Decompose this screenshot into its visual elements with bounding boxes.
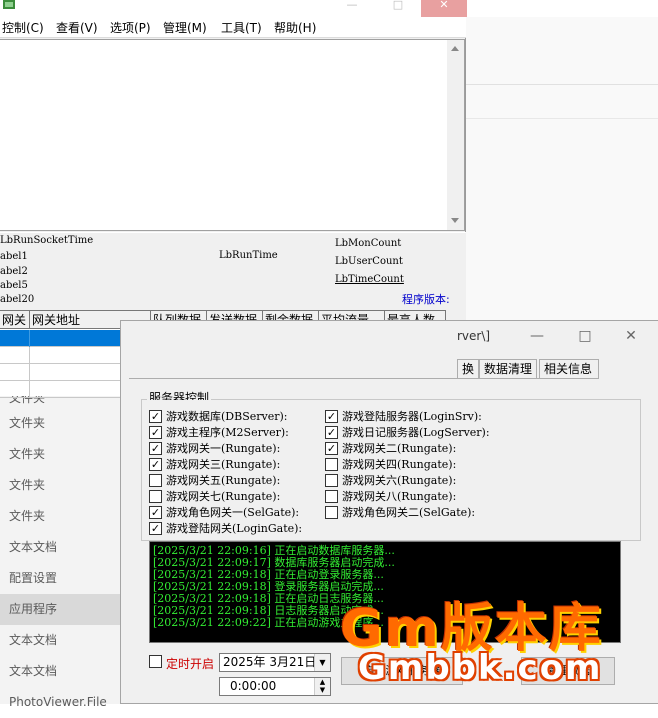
log-line: [2025/3/21 22:09:17] 数据库服务器启动完成... (153, 556, 395, 569)
lb-time-count: LbTimeCount (335, 274, 404, 285)
checkbox-checked-icon[interactable]: ✓ (149, 506, 162, 519)
checkbox-unchecked-icon[interactable] (149, 490, 162, 503)
checkbox-checked-icon[interactable]: ✓ (149, 442, 162, 455)
explorer-item[interactable]: 文件夹 (0, 439, 120, 470)
log-line: [2025/3/21 22:09:16] 正在启动数据库服务器... (153, 544, 395, 557)
menu-tools[interactable]: 工具(T) (221, 19, 262, 37)
log-line: [2025/3/21 22:09:18] 登录服务器启动完成... (153, 580, 384, 593)
chevron-down-icon[interactable]: ▼ (314, 654, 330, 671)
log-scrollbar[interactable] (447, 40, 464, 230)
explorer-item[interactable]: 文件夹 (0, 501, 120, 532)
explorer-sidebar: 文件夹 文件夹 文件夹 文件夹 文件夹 文本文档 配置设置 应用程序 文本文档 … (0, 380, 120, 709)
clean-data-button[interactable]: 清理数据 (521, 657, 615, 685)
log-textarea[interactable] (0, 39, 465, 231)
tab-related-info[interactable]: 相关信息 (539, 359, 599, 378)
timer-label: 定时开启 (166, 657, 215, 671)
spin-icon[interactable]: ▲ ▼ (314, 678, 330, 695)
log-line: [2025/3/21 22:09:18] 正在启动登录服务器... (153, 568, 384, 581)
date-value: 2025年 3月21日 (223, 655, 317, 669)
explorer-item[interactable]: 文件夹 (0, 408, 120, 439)
table-cell (0, 330, 30, 347)
launcher-bottom-row: 定时开启 2025年 3月21日 ▼ 0:00:00 ▲ ▼ 启动游戏服务器 清理… (121, 653, 658, 705)
checkbox-checked-icon[interactable]: ✓ (149, 410, 162, 423)
checkbox-unchecked-icon[interactable] (325, 506, 338, 519)
scroll-up-icon[interactable] (451, 46, 459, 51)
maximize-button[interactable]: □ (375, 0, 421, 17)
menu-options[interactable]: 选项(P) (110, 19, 151, 37)
menu-bar: 控制(C) 查看(V) 选项(P) 管理(M) 工具(T) 帮助(H) (0, 17, 466, 38)
checkbox-checked-icon[interactable]: ✓ (325, 410, 338, 423)
label2: abel2 (0, 266, 28, 277)
table-cell (0, 347, 30, 364)
launcher-title: rver\] (457, 329, 491, 343)
tab-divider (129, 378, 599, 379)
menu-view[interactable]: 查看(V) (56, 19, 98, 37)
start-server-button[interactable]: 启动游戏服务器 (341, 657, 463, 685)
lb-user-count: LbUserCount (335, 256, 403, 267)
background-window-titlebar (465, 0, 658, 17)
label20: abel20 (0, 294, 35, 305)
time-picker[interactable]: 0:00:00 ▲ ▼ (219, 677, 331, 696)
label1: abel1 (0, 251, 28, 262)
checkbox-checked-icon[interactable]: ✓ (325, 442, 338, 455)
minimize-button[interactable]: — (329, 0, 375, 17)
scroll-down-icon[interactable] (451, 218, 459, 223)
log-line: [2025/3/21 22:09:18] 正在启动日志服务器... (153, 592, 384, 605)
gate-window-titlebar: — □ ✕ (0, 0, 467, 17)
explorer-item[interactable]: 文本文档 (0, 625, 120, 656)
log-line: [2025/3/21 22:09:22] 正在启动游戏主程序... (153, 616, 384, 629)
log-line: [2025/3/21 22:09:18] 日志服务器启动完成... (153, 604, 384, 617)
close-button[interactable]: ✕ (611, 323, 651, 349)
group-label: 服务器控制 (147, 389, 212, 400)
maximize-button[interactable]: □ (565, 323, 605, 349)
console-log[interactable]: [2025/3/21 22:09:16] 正在启动数据库服务器... [2025… (149, 541, 621, 643)
launcher-window: rver\] — □ ✕ 换 数据清理 相关信息 服务器控制 ✓ 游戏数据库(D… (120, 320, 658, 704)
checkbox-unchecked-icon[interactable] (325, 458, 338, 471)
col-gate[interactable]: 网关 (0, 311, 30, 329)
checkbox-unchecked-icon[interactable] (325, 474, 338, 487)
status-panel: LbRunSocketTime abel1 abel2 abel5 abel20… (0, 232, 466, 310)
close-button[interactable]: ✕ (421, 0, 467, 17)
label5: abel5 (0, 280, 28, 291)
table-cell (0, 364, 30, 381)
menu-control[interactable]: 控制(C) (2, 19, 44, 37)
table-cell (0, 381, 30, 398)
explorer-item[interactable]: PhotoViewer.File (0, 687, 120, 718)
app-icon (3, 0, 15, 9)
explorer-item-selected[interactable]: 应用程序 (0, 594, 120, 625)
minimize-button[interactable]: — (517, 323, 557, 349)
checkbox-unchecked-icon[interactable] (149, 474, 162, 487)
checkbox-checked-icon[interactable]: ✓ (325, 426, 338, 439)
explorer-item[interactable]: 文本文档 (0, 656, 120, 687)
menu-manage[interactable]: 管理(M) (163, 19, 207, 37)
date-picker[interactable]: 2025年 3月21日 ▼ (219, 653, 331, 672)
lb-run-time: LbRunTime (219, 250, 278, 261)
timer-checkbox[interactable] (149, 655, 162, 668)
checkbox-checked-icon[interactable]: ✓ (149, 522, 162, 535)
background-window (465, 0, 658, 320)
tab-switch[interactable]: 换 (457, 359, 479, 378)
checkbox-unchecked-icon[interactable] (325, 490, 338, 503)
version-label: 程序版本: (402, 293, 450, 306)
explorer-item[interactable]: 配置设置 (0, 563, 120, 594)
checkbox-checked-icon[interactable]: ✓ (149, 458, 162, 471)
divider (465, 118, 658, 119)
explorer-item[interactable]: 文件夹 (0, 470, 120, 501)
lb-mon-count: LbMonCount (335, 238, 402, 249)
tab-data-cleanup[interactable]: 数据清理 (479, 359, 537, 378)
checkbox-checked-icon[interactable]: ✓ (149, 426, 162, 439)
menu-help[interactable]: 帮助(H) (274, 19, 316, 37)
explorer-item[interactable]: 文本文档 (0, 532, 120, 563)
lb-run-socket-time: LbRunSocketTime (0, 235, 94, 246)
time-value: 0:00:00 (230, 679, 277, 693)
divider (465, 84, 658, 85)
